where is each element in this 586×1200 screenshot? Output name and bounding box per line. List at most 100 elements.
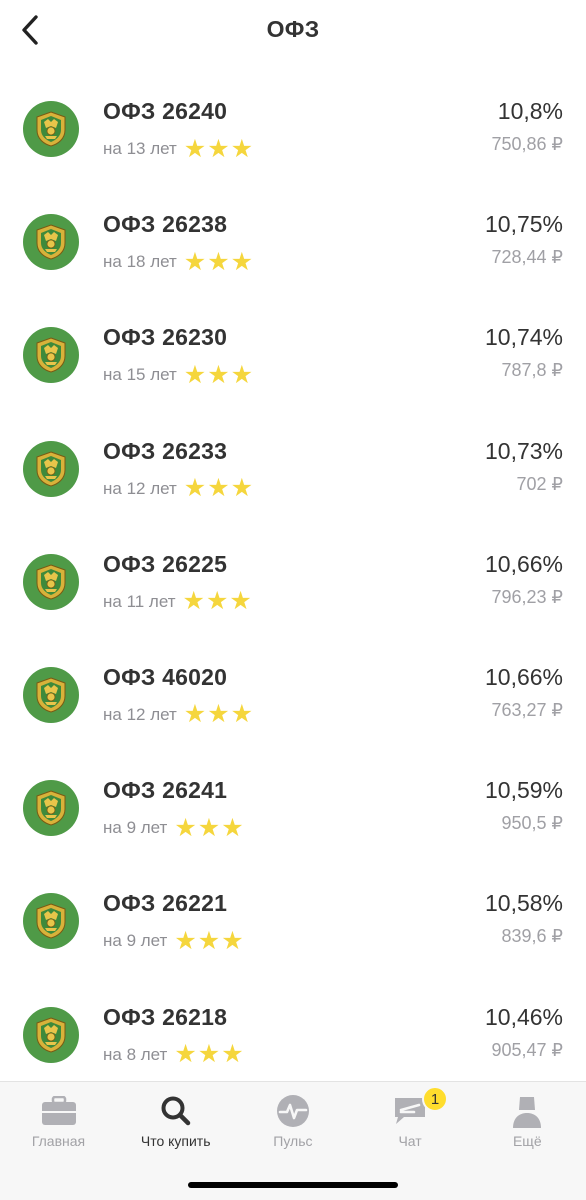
bond-row[interactable]: ОФЗ 26233 на 12 лет ★ ★ ★ 10,73% 702 ₽ xyxy=(0,397,586,510)
star-icon: ★ xyxy=(197,1040,221,1068)
bond-yield: 10,75% xyxy=(484,211,563,238)
bond-yield: 10,73% xyxy=(484,437,563,464)
star-icon: ★ xyxy=(183,134,207,163)
chat-icon xyxy=(352,1094,469,1128)
bond-meta: на 9 лет ★ ★ ★ xyxy=(103,928,245,954)
rating-stars: ★ ★ ★ xyxy=(183,589,253,614)
bond-meta: на 13 лет ★ ★ ★ xyxy=(103,136,254,162)
bond-price: 950,5 ₽ xyxy=(501,813,564,834)
bond-yield: 10,66% xyxy=(484,663,563,690)
bond-yield: 10,59% xyxy=(484,777,563,804)
bond-term: на 18 лет xyxy=(103,252,177,272)
pulse-icon xyxy=(234,1094,351,1128)
tab-label: Ещё xyxy=(512,1133,542,1149)
bond-name: ОФЗ 26230 xyxy=(103,324,228,351)
star-icon: ★ xyxy=(221,926,244,955)
bond-row[interactable]: ОФЗ 26225 на 11 лет ★ ★ ★ 10,66% 796,23 ₽ xyxy=(0,510,586,623)
star-icon: ★ xyxy=(197,926,221,955)
briefcase-icon xyxy=(0,1094,117,1128)
bond-name: ОФЗ 26218 xyxy=(103,1003,228,1030)
bond-price: 796,23 ₽ xyxy=(491,586,563,607)
tab-briefcase[interactable]: Главная xyxy=(0,1082,117,1162)
bond-term: на 13 лет xyxy=(103,139,177,158)
bond-name: ОФЗ 26240 xyxy=(103,98,228,124)
coat-of-arms-icon xyxy=(23,214,79,271)
bond-name: ОФЗ 26225 xyxy=(103,550,228,577)
rating-stars: ★ ★ ★ xyxy=(183,360,254,389)
tab-chat[interactable]: Чат xyxy=(352,1082,469,1162)
star-icon: ★ xyxy=(183,360,207,389)
page-title: ОФЗ xyxy=(266,16,320,42)
star-icon: ★ xyxy=(174,1040,197,1068)
bond-row[interactable]: ОФЗ 26221 на 9 лет ★ ★ ★ 10,58% 839,6 ₽ xyxy=(0,849,586,962)
star-icon: ★ xyxy=(183,247,207,276)
coat-of-arms-icon xyxy=(23,327,79,384)
tab-pulse[interactable]: Пульс xyxy=(234,1082,351,1162)
star-icon: ★ xyxy=(207,474,230,503)
bond-name: ОФЗ 26233 xyxy=(103,437,228,464)
bond-term: на 11 лет xyxy=(103,591,176,611)
rating-stars: ★ ★ ★ xyxy=(174,813,244,842)
bond-row[interactable]: ОФЗ 26218 на 8 лет ★ ★ ★ 10,46% 905,47 ₽ xyxy=(0,963,586,1076)
star-icon: ★ xyxy=(221,1040,244,1068)
star-icon: ★ xyxy=(174,926,197,955)
bond-yield: 10,74% xyxy=(484,324,563,351)
tab-search[interactable]: Что купить xyxy=(117,1082,234,1162)
bond-yield: 10,46% xyxy=(484,1003,563,1030)
home-indicator xyxy=(188,1182,398,1188)
bond-row[interactable]: ОФЗ 26230 на 15 лет ★ ★ ★ 10,74% 787,8 ₽ xyxy=(0,283,586,396)
star-icon: ★ xyxy=(230,134,254,163)
star-icon: ★ xyxy=(183,474,207,503)
star-icon: ★ xyxy=(207,700,230,729)
star-icon: ★ xyxy=(207,247,230,276)
rating-stars: ★ ★ ★ xyxy=(184,702,254,727)
bond-row[interactable]: ОФЗ 26238 на 18 лет ★ ★ ★ 10,75% 728,44 ₽ xyxy=(0,170,586,283)
bond-list: ОФЗ 26240 на 13 лет ★ ★ ★ 10,8% 750,86 ₽ ОФЗ 26… xyxy=(0,57,586,1076)
bond-price: 839,6 ₽ xyxy=(501,926,564,947)
star-icon: ★ xyxy=(174,813,197,842)
bond-term: на 9 лет xyxy=(103,818,168,838)
rating-stars: ★ ★ ★ xyxy=(183,134,254,163)
tab-label: Главная xyxy=(31,1133,86,1149)
coat-of-arms-icon xyxy=(23,440,79,497)
star-icon: ★ xyxy=(230,360,254,389)
bond-price: 763,27 ₽ xyxy=(491,699,563,720)
rating-stars: ★ ★ ★ xyxy=(174,926,244,955)
bond-meta: на 12 лет ★ ★ ★ xyxy=(103,702,254,728)
tab-profile[interactable]: Ещё xyxy=(469,1082,586,1162)
bond-row[interactable]: ОФЗ 26241 на 9 лет ★ ★ ★ 10,59% 950,5 ₽ xyxy=(0,736,586,849)
rating-stars: ★ ★ ★ xyxy=(183,247,254,276)
bond-row[interactable]: ОФЗ 46020 на 12 лет ★ ★ ★ 10,66% 763,27 ₽ xyxy=(0,623,586,736)
search-icon xyxy=(117,1094,234,1128)
coat-of-arms-icon xyxy=(23,666,79,723)
coat-of-arms-icon xyxy=(23,553,79,610)
star-icon: ★ xyxy=(197,813,221,842)
star-icon: ★ xyxy=(205,587,229,616)
coat-of-arms-icon xyxy=(23,893,79,950)
rating-stars: ★ ★ ★ xyxy=(174,1042,244,1067)
bond-term: на 12 лет xyxy=(103,478,177,498)
coat-of-arms-icon xyxy=(23,1006,79,1063)
bond-price: 905,47 ₽ xyxy=(491,1039,563,1060)
star-icon: ★ xyxy=(207,134,230,163)
tab-label: Что купить xyxy=(140,1133,211,1149)
bond-meta: на 15 лет ★ ★ ★ xyxy=(103,362,254,388)
bond-meta: на 11 лет ★ ★ ★ xyxy=(103,589,253,615)
profile-icon xyxy=(469,1094,586,1128)
bond-price: 728,44 ₽ xyxy=(491,247,563,268)
bond-yield: 10,66% xyxy=(484,550,563,577)
bond-price: 750,86 ₽ xyxy=(491,134,563,154)
bond-price: 787,8 ₽ xyxy=(501,360,564,381)
star-icon: ★ xyxy=(230,474,254,503)
bond-row[interactable]: ОФЗ 26240 на 13 лет ★ ★ ★ 10,8% 750,86 ₽ xyxy=(0,57,586,170)
star-icon: ★ xyxy=(230,247,254,276)
bond-term: на 9 лет xyxy=(103,931,168,951)
top-nav-bar: ОФЗ xyxy=(0,0,586,64)
coat-of-arms-icon xyxy=(23,780,79,837)
bond-term: на 12 лет xyxy=(103,704,177,724)
star-icon: ★ xyxy=(183,700,207,729)
bond-name: ОФЗ 26221 xyxy=(103,890,228,917)
tab-label: Пульс xyxy=(273,1133,313,1149)
bond-meta: на 12 лет ★ ★ ★ xyxy=(103,476,254,502)
star-icon: ★ xyxy=(230,700,254,729)
